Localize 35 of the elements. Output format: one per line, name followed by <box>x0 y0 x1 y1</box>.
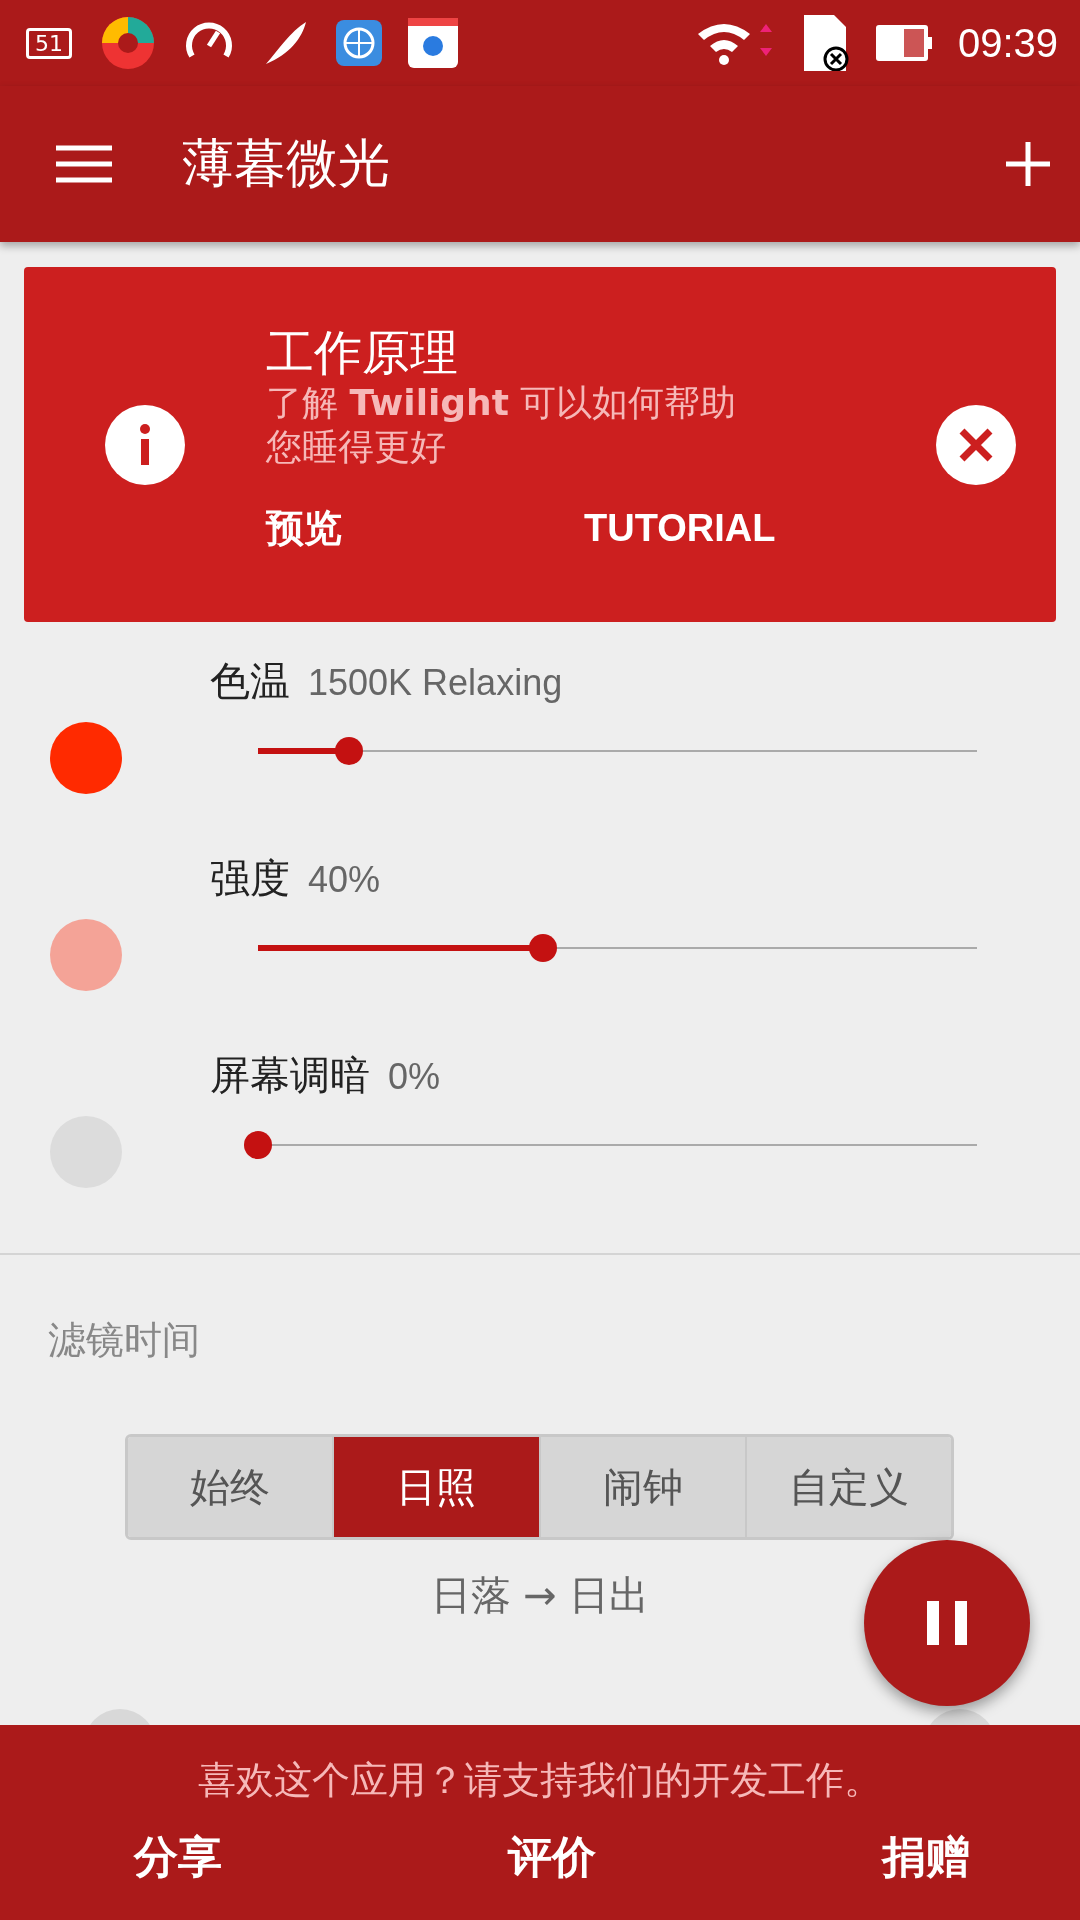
card-text: 了解 Twilight 可以如何帮助您睡得更好 <box>266 381 738 469</box>
slider-label: 强度 <box>210 854 290 903</box>
store-icon <box>408 18 458 68</box>
battery-icon <box>875 25 932 61</box>
pause-icon <box>927 1601 967 1645</box>
pause-button[interactable] <box>864 1540 1030 1706</box>
segment-button[interactable]: 自定义 <box>744 1437 951 1537</box>
close-button[interactable] <box>936 404 1016 485</box>
menu-button[interactable] <box>56 144 112 184</box>
support-message: 喜欢这个应用？请支持我们的开发工作。 <box>198 1757 882 1804</box>
segment-button[interactable]: 闹钟 <box>538 1437 745 1537</box>
card-action[interactable]: TUTORIAL <box>584 503 776 554</box>
footer-action[interactable]: 捐赠 <box>882 1828 970 1887</box>
slider-value: 1500K Relaxing <box>308 662 563 704</box>
add-button[interactable] <box>1006 142 1050 186</box>
footer-action[interactable]: 评价 <box>508 1828 596 1887</box>
slider-value: 40% <box>308 859 381 901</box>
slider-value: 0% <box>388 1056 441 1098</box>
notification-badge: 51 <box>26 27 72 59</box>
app-title: 薄暮微光 <box>182 132 391 195</box>
clock-time: 09:39 <box>957 20 1058 66</box>
footer-action[interactable]: 分享 <box>134 1828 222 1887</box>
info-icon <box>105 404 185 485</box>
globe-icon <box>336 20 382 66</box>
slider-thumb[interactable] <box>244 1131 272 1159</box>
segment-button[interactable]: 始终 <box>128 1437 333 1537</box>
slider-label: 色温 <box>210 657 290 706</box>
time-range: 日落 → 日出 <box>430 1571 650 1620</box>
card-action[interactable]: 预览 <box>266 503 342 554</box>
card-title: 工作原理 <box>266 323 459 381</box>
section-heading: 滤镜时间 <box>48 1317 201 1364</box>
segment-button[interactable]: 日照 <box>332 1437 539 1537</box>
slider-label: 屏幕调暗 <box>210 1051 370 1100</box>
slider-thumb[interactable] <box>528 934 557 962</box>
slider-thumb[interactable] <box>334 737 363 765</box>
